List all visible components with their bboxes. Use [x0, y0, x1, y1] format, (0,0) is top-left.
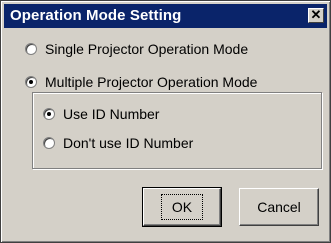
cancel-label: Cancel	[257, 199, 301, 215]
ok-button[interactable]: OK	[142, 187, 222, 227]
dont-use-id-radio[interactable]	[43, 137, 55, 149]
dialog-title: Operation Mode Setting	[10, 7, 182, 24]
id-number-groupbox	[32, 92, 322, 169]
dont-use-id-option[interactable]: Don't use ID Number	[43, 135, 193, 151]
multiple-projector-option[interactable]: Multiple Projector Operation Mode	[25, 74, 262, 90]
single-projector-radio[interactable]	[25, 43, 37, 55]
use-id-radio[interactable]	[43, 108, 55, 120]
operation-mode-dialog: Operation Mode Setting ✕ Single Projecto…	[0, 0, 331, 243]
title-bar[interactable]: Operation Mode Setting ✕	[4, 4, 327, 28]
multiple-projector-radio[interactable]	[25, 76, 37, 88]
dont-use-id-label: Don't use ID Number	[63, 135, 194, 151]
single-projector-label: Single Projector Operation Mode	[45, 41, 249, 57]
cancel-button[interactable]: Cancel	[239, 188, 319, 226]
multiple-projector-label: Multiple Projector Operation Mode	[45, 74, 258, 90]
use-id-label: Use ID Number	[63, 106, 160, 122]
single-projector-option[interactable]: Single Projector Operation Mode	[25, 41, 248, 57]
ok-label: OK	[160, 194, 204, 220]
close-button[interactable]: ✕	[308, 8, 324, 23]
use-id-option[interactable]: Use ID Number	[43, 106, 159, 122]
close-icon: ✕	[310, 7, 322, 22]
